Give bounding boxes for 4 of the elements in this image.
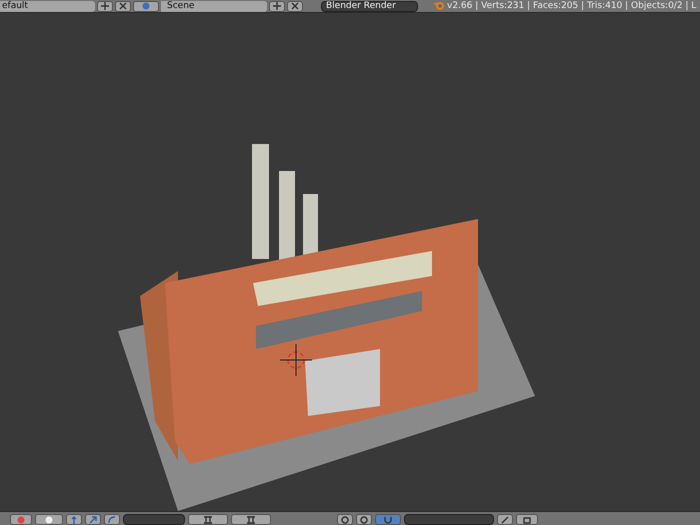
scene-field[interactable]: Scene [161,0,267,12]
render-engine-dropdown[interactable]: Blender Render [321,0,418,12]
scene-statistics: v2.66 | Verts:231 | Faces:205 | Tris:410 | Objects:0/2 | L [447,1,696,11]
screen-layout-field[interactable]: efault [0,0,95,12]
